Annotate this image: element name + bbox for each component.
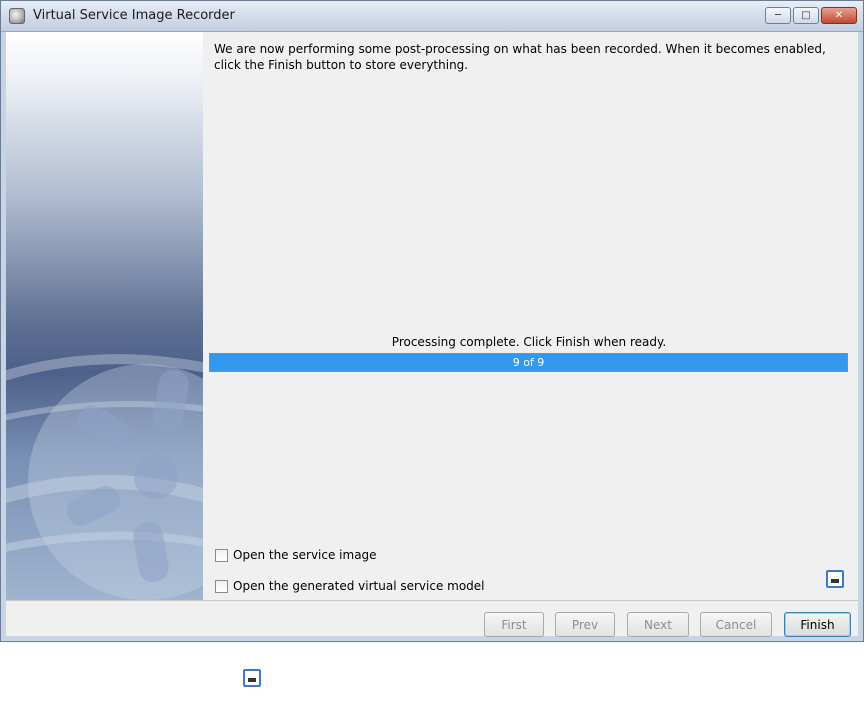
open-virtual-service-model-label: Open the generated virtual service model (233, 579, 485, 593)
recorder-app-icon (9, 8, 25, 24)
progress-count: 9 of 9 (512, 356, 545, 369)
recorder-window: Virtual Service Image Recorder ─ □ ✕ We … (0, 0, 864, 642)
open-virtual-service-model-checkbox[interactable] (215, 579, 228, 593)
first-button[interactable]: First (484, 612, 544, 637)
title-bar[interactable]: Virtual Service Image Recorder ─ □ ✕ (1, 1, 863, 32)
window-controls: ─ □ ✕ (765, 7, 857, 24)
cancel-button[interactable]: Cancel (700, 612, 772, 637)
wizard-side-banner (6, 32, 203, 600)
console-toggle-icon[interactable] (826, 570, 844, 588)
minimize-icon[interactable]: ─ (765, 7, 791, 24)
open-service-image-label: Open the service image (233, 548, 377, 562)
prev-button[interactable]: Prev (555, 612, 615, 637)
progress-bar: 9 of 9 (209, 353, 848, 372)
wizard-body: We are now performing some post-processi… (6, 32, 858, 637)
close-icon[interactable]: ✕ (821, 7, 857, 24)
open-service-image-checkbox[interactable] (215, 548, 228, 562)
maximize-icon[interactable]: □ (793, 7, 819, 24)
next-button[interactable]: Next (627, 612, 689, 637)
open-virtual-service-model-option[interactable]: Open the generated virtual service model (215, 579, 485, 593)
progress-label: Processing complete. Click Finish when r… (391, 335, 667, 349)
wizard-footer: First Prev Next Cancel Finish (6, 600, 858, 637)
finish-button[interactable]: Finish (784, 612, 851, 637)
window-title: Virtual Service Image Recorder (33, 8, 235, 23)
console-toggle-icon-secondary[interactable] (243, 669, 261, 687)
status-message: We are now performing some post-processi… (214, 42, 826, 72)
open-service-image-option[interactable]: Open the service image (215, 548, 377, 562)
